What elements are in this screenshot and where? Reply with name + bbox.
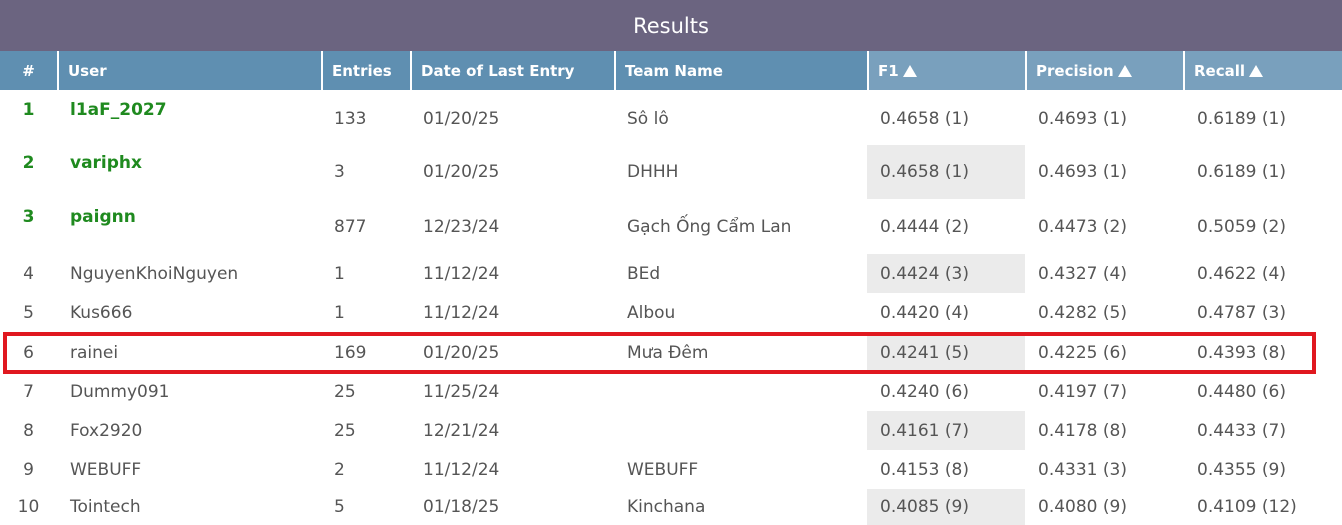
col-header-rank[interactable]: # (0, 51, 57, 90)
date-cell: 12/23/24 (423, 216, 500, 237)
precision-cell: 0.4693 (1) (1038, 162, 1127, 182)
date-cell: 11/12/24 (423, 459, 500, 480)
table-row: 3 paignn 877 12/23/24 Gạch Ống Cẩm Lan 0… (0, 199, 1342, 254)
rank-cell: 10 (17, 497, 40, 517)
precision-cell: 0.4693 (1) (1038, 108, 1127, 129)
col-header-f1[interactable]: F1 (867, 51, 1025, 90)
rank-cell: 7 (23, 381, 34, 402)
col-header-recall[interactable]: Recall (1183, 51, 1342, 90)
user-link[interactable]: variphx (70, 145, 142, 199)
recall-cell: 0.4433 (7) (1197, 420, 1286, 441)
f1-cell: 0.4444 (2) (880, 216, 969, 237)
team-cell: Kinchana (627, 497, 706, 517)
col-header-recall-label: Recall (1194, 61, 1246, 80)
rank-cell: 9 (23, 459, 34, 480)
precision-cell: 0.4080 (9) (1038, 497, 1127, 517)
recall-cell: 0.4480 (6) (1197, 381, 1286, 402)
entries-cell: 25 (334, 381, 356, 402)
precision-cell: 0.4282 (5) (1038, 302, 1127, 323)
table-row: 4 NguyenKhoiNguyen 1 11/12/24 BEd 0.4424… (0, 254, 1342, 293)
recall-cell: 0.4787 (3) (1197, 302, 1286, 323)
col-header-entries[interactable]: Entries (321, 51, 410, 90)
entries-cell: 5 (334, 497, 345, 517)
recall-cell: 0.4109 (12) (1197, 497, 1297, 517)
f1-cell: 0.4658 (1) (880, 108, 969, 129)
user-link[interactable]: Dummy091 (70, 372, 170, 411)
recall-cell: 0.4622 (4) (1197, 263, 1286, 284)
date-cell: 11/25/24 (423, 381, 500, 402)
recall-cell: 0.5059 (2) (1197, 216, 1286, 237)
rank-cell: 3 (22, 207, 35, 227)
team-cell: Gạch Ống Cẩm Lan (627, 216, 792, 237)
user-link[interactable]: Tointech (70, 489, 141, 525)
f1-cell: 0.4658 (1) (867, 145, 1025, 199)
user-link[interactable]: l1aF_2027 (70, 92, 167, 145)
sort-up-icon (902, 64, 917, 77)
entries-cell: 133 (334, 108, 367, 129)
date-cell: 11/12/24 (423, 302, 500, 323)
col-header-team[interactable]: Team Name (614, 51, 867, 90)
date-cell: 01/20/25 (423, 108, 500, 129)
sort-up-icon (1249, 64, 1264, 77)
team-cell: WEBUFF (627, 459, 699, 480)
user-link[interactable]: Fox2920 (70, 411, 142, 450)
precision-cell: 0.4473 (2) (1038, 216, 1127, 237)
user-link[interactable]: Kus666 (70, 293, 132, 332)
recall-cell: 0.6189 (1) (1197, 162, 1286, 182)
f1-cell: 0.4161 (7) (867, 411, 1025, 450)
date-cell: 11/12/24 (423, 263, 500, 284)
table-row: 2 variphx 3 01/20/25 DHHH 0.4658 (1) 0.4… (0, 145, 1342, 199)
col-header-precision-label: Precision (1036, 61, 1114, 80)
f1-cell: 0.4424 (3) (867, 254, 1025, 293)
rank-cell: 5 (23, 302, 34, 323)
table-row: 1 l1aF_2027 133 01/20/25 Sô lô 0.4658 (1… (0, 92, 1342, 145)
date-cell: 12/21/24 (423, 420, 500, 441)
col-header-precision[interactable]: Precision (1025, 51, 1183, 90)
f1-cell: 0.4420 (4) (880, 302, 969, 323)
team-cell: Albou (627, 302, 676, 323)
highlighted-row-outline (3, 332, 1316, 374)
entries-cell: 1 (334, 263, 345, 284)
table-row: 8 Fox2920 25 12/21/24 0.4161 (7) 0.4178 … (0, 411, 1342, 450)
rank-cell: 4 (23, 263, 34, 284)
table-header: # User Entries Date of Last Entry Team N… (0, 51, 1342, 90)
table-row: 5 Kus666 1 11/12/24 Albou 0.4420 (4) 0.4… (0, 293, 1342, 332)
rank-cell: 2 (22, 153, 35, 173)
f1-cell: 0.4153 (8) (880, 459, 969, 480)
team-cell: Sô lô (627, 108, 669, 129)
entries-cell: 877 (334, 216, 367, 237)
user-link[interactable]: WEBUFF (70, 450, 141, 489)
date-cell: 01/20/25 (423, 162, 500, 182)
rank-cell: 8 (23, 420, 34, 441)
entries-cell: 1 (334, 302, 345, 323)
user-link[interactable]: NguyenKhoiNguyen (70, 254, 238, 293)
precision-cell: 0.4327 (4) (1038, 263, 1127, 284)
team-cell: DHHH (627, 162, 679, 182)
recall-cell: 0.4355 (9) (1197, 459, 1286, 480)
user-link[interactable]: paignn (70, 199, 136, 254)
recall-cell: 0.6189 (1) (1197, 108, 1286, 129)
table-row: 9 WEBUFF 2 11/12/24 WEBUFF 0.4153 (8) 0.… (0, 450, 1342, 489)
precision-cell: 0.4331 (3) (1038, 459, 1127, 480)
col-header-user[interactable]: User (57, 51, 321, 90)
sort-up-icon (1117, 64, 1132, 77)
table-row: 7 Dummy091 25 11/25/24 0.4240 (6) 0.4197… (0, 372, 1342, 411)
precision-cell: 0.4197 (7) (1038, 381, 1127, 402)
date-cell: 01/18/25 (423, 497, 500, 517)
rank-cell: 1 (22, 100, 35, 120)
col-header-f1-label: F1 (878, 61, 899, 80)
results-title: Results (0, 0, 1342, 51)
team-cell: BEd (627, 263, 661, 284)
entries-cell: 25 (334, 420, 356, 441)
precision-cell: 0.4178 (8) (1038, 420, 1127, 441)
f1-cell: 0.4240 (6) (880, 381, 969, 402)
entries-cell: 2 (334, 459, 345, 480)
entries-cell: 3 (334, 162, 345, 182)
table-row: 10 Tointech 5 01/18/25 Kinchana 0.4085 (… (0, 489, 1342, 525)
col-header-date[interactable]: Date of Last Entry (410, 51, 614, 90)
f1-cell: 0.4085 (9) (867, 489, 1025, 525)
